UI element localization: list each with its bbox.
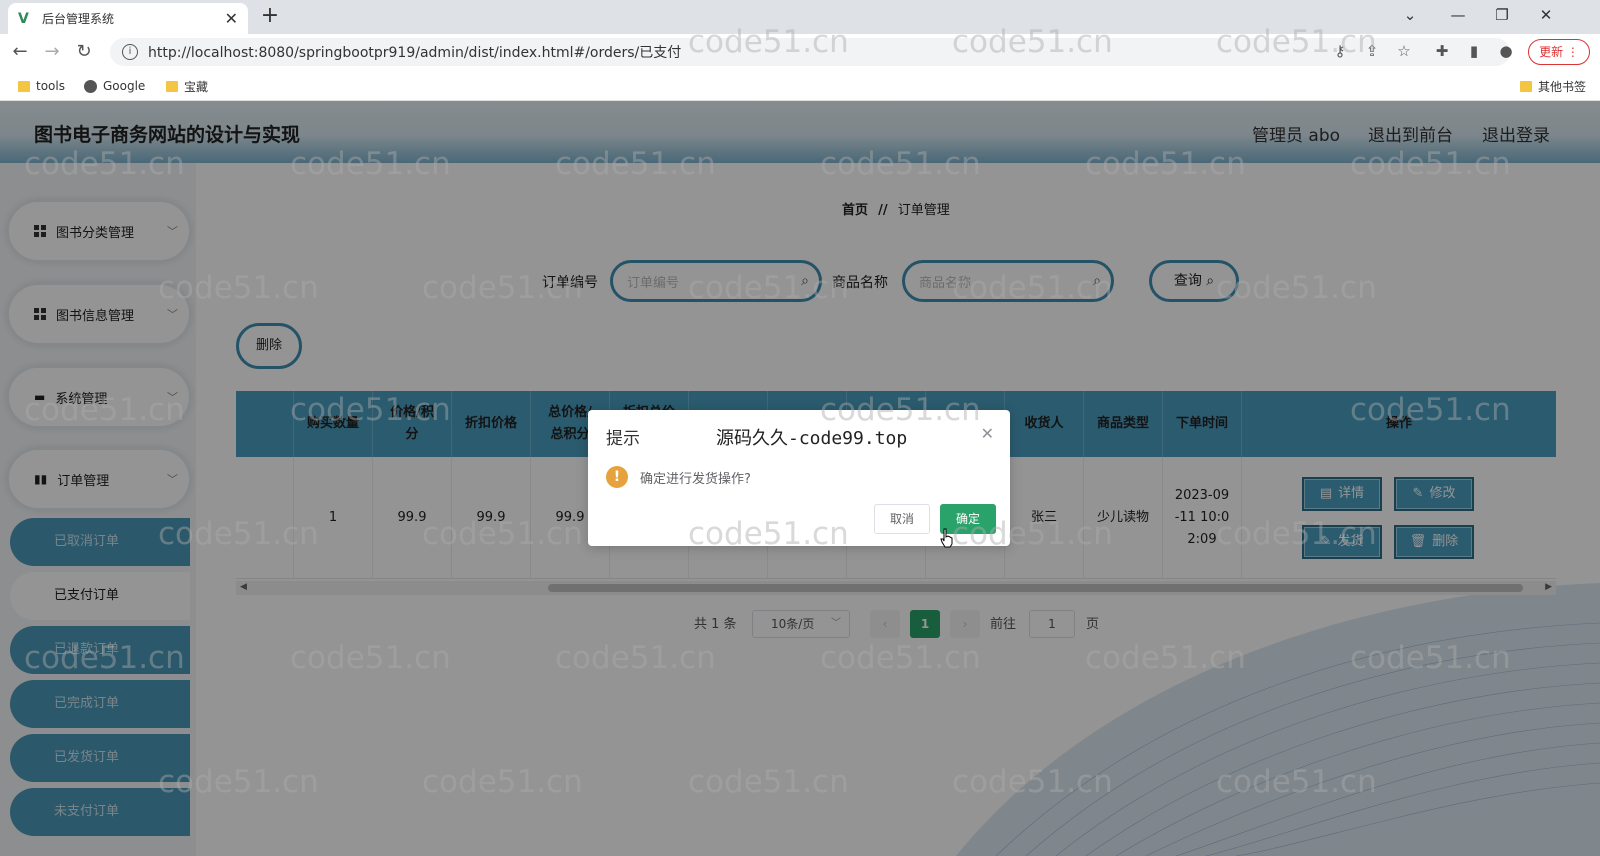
star-icon[interactable]: ☆ [1394, 41, 1414, 61]
forward-icon[interactable]: → [40, 40, 64, 64]
bookmark-treasure[interactable]: 宝藏 [166, 76, 208, 96]
tab-search-icon[interactable]: ⌄ [1388, 0, 1432, 30]
folder-icon [166, 80, 178, 92]
browser-tab[interactable]: V 后台管理系统 ✕ [8, 3, 248, 34]
dialog-message: 确定进行发货操作? [640, 472, 751, 487]
restore-icon[interactable]: ❐ [1480, 0, 1524, 30]
globe-icon [84, 79, 97, 93]
browser-tabbar: V 后台管理系统 ✕ + ⌄ — ❐ ✕ [0, 0, 1600, 34]
bookmarks-bar: tools Google 宝藏 其他书签 [0, 70, 1600, 101]
new-tab-icon[interactable]: + [258, 4, 282, 28]
update-button[interactable]: 更新 ⋮ [1528, 39, 1590, 65]
url-text: http://localhost:8080/springbootpr919/ad… [148, 45, 682, 61]
reload-icon[interactable]: ↻ [72, 40, 96, 64]
share-icon[interactable]: ⇪ [1362, 41, 1382, 61]
folder-icon [1520, 80, 1532, 92]
vue-logo-icon: V [18, 10, 29, 27]
back-icon[interactable]: ← [8, 40, 32, 64]
profile-icon[interactable]: ● [1496, 41, 1516, 61]
cancel-button[interactable]: 取消 [874, 504, 930, 534]
extensions-icon[interactable]: ✚ [1432, 41, 1452, 61]
key-icon[interactable]: ⚷ [1330, 41, 1350, 61]
url-field[interactable]: i http://localhost:8080/springbootpr919/… [110, 38, 1510, 66]
minimize-icon[interactable]: — [1436, 0, 1480, 30]
site-info-icon[interactable]: i [122, 44, 138, 60]
bookmark-other[interactable]: 其他书签 [1520, 76, 1586, 96]
hand-cursor-icon [940, 528, 953, 548]
dialog-title: 提示 [606, 429, 640, 449]
bookmark-tools[interactable]: tools [18, 76, 65, 96]
close-tab-icon[interactable]: ✕ [225, 9, 238, 28]
window-close-icon[interactable]: ✕ [1524, 0, 1568, 30]
bookmark-google[interactable]: Google [84, 76, 145, 96]
confirm-dialog: 提示 源码久久-code99.top ✕ ! 确定进行发货操作? 取消 确定 [588, 410, 1010, 546]
warning-icon: ! [606, 466, 628, 488]
folder-icon [18, 80, 30, 92]
tab-title: 后台管理系统 [42, 12, 115, 26]
close-icon[interactable]: ✕ [981, 424, 994, 443]
address-bar: ← → ↻ i http://localhost:8080/springboot… [0, 34, 1600, 70]
dialog-watermark-text: 源码久久-code99.top [716, 428, 908, 449]
side-panel-icon[interactable]: ▮ [1464, 41, 1484, 61]
